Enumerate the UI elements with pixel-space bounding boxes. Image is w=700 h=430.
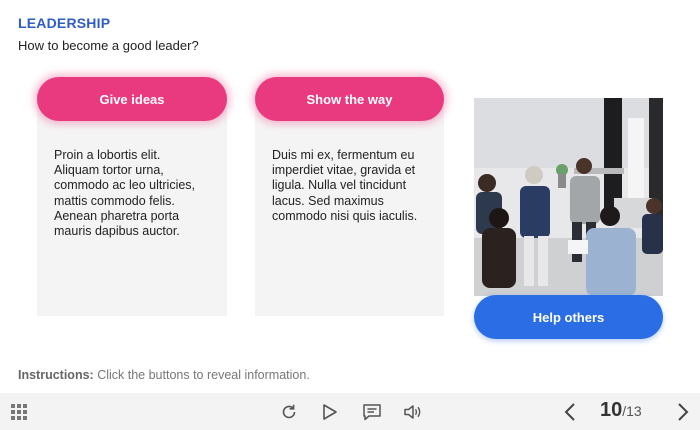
card-show-the-way-text: Duis mi ex, fermentum eu imperdiet vitae… [272, 148, 418, 223]
page-current: 10 [600, 399, 623, 421]
page-kicker: LEADERSHIP [18, 15, 111, 31]
card-show-the-way: Duis mi ex, fermentum eu imperdiet vitae… [255, 98, 444, 316]
card-give-ideas-text: Proin a lobortis elit. Aliquam tortor ur… [54, 148, 196, 239]
chevron-right-icon[interactable] [673, 393, 693, 430]
instructions: Instructions: Click the buttons to revea… [18, 368, 310, 382]
page-counter: 10/13 [600, 399, 642, 422]
help-others-button[interactable]: Help others [474, 295, 663, 339]
team-meeting-photo [474, 98, 663, 296]
player-toolbar: 10/13 [0, 393, 700, 430]
page-total: 13 [626, 403, 642, 419]
instructions-label: Instructions: [18, 368, 94, 382]
reload-icon[interactable] [277, 393, 301, 430]
caption-icon[interactable] [360, 393, 384, 430]
page-title: How to become a good leader? [18, 38, 199, 53]
menu-grid-icon[interactable] [9, 393, 29, 430]
instructions-text: Click the buttons to reveal information. [97, 368, 310, 382]
play-icon[interactable] [319, 393, 341, 430]
show-the-way-button[interactable]: Show the way [255, 77, 444, 121]
volume-icon[interactable] [401, 393, 425, 430]
chevron-left-icon[interactable] [560, 393, 580, 430]
card-give-ideas: Proin a lobortis elit. Aliquam tortor ur… [37, 98, 227, 316]
give-ideas-button[interactable]: Give ideas [37, 77, 227, 121]
